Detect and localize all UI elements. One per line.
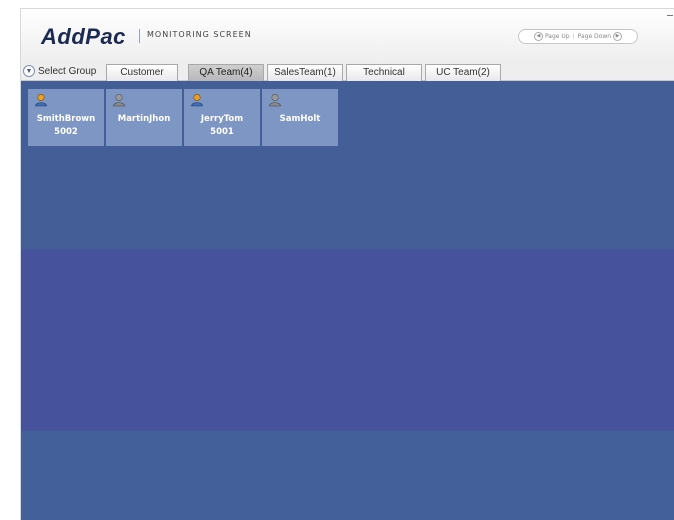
tab-technical[interactable]: Technical — [346, 64, 422, 81]
group-tab-bar: ▼ Select Group Customer QA Team(4) Sales… — [21, 61, 674, 81]
agent-card[interactable]: JerryTom 5001 — [184, 89, 260, 146]
logo-divider — [139, 29, 140, 43]
select-group-button[interactable]: ▼ Select Group — [23, 65, 96, 77]
agent-name: SmithBrown — [36, 114, 96, 124]
agent-name: JerryTom — [200, 114, 244, 124]
user-icon — [113, 93, 125, 107]
tab-sales-team[interactable]: SalesTeam(1) — [267, 64, 343, 81]
page-down-label: Page Down — [577, 33, 612, 40]
agent-name: MartinJhon — [117, 114, 171, 124]
chevron-down-icon: ▼ — [23, 65, 35, 77]
agent-name: SamHolt — [279, 114, 321, 124]
arrow-right-icon: ▶ — [613, 32, 623, 41]
agent-card[interactable]: MartinJhon — [106, 89, 182, 146]
user-icon — [191, 93, 203, 107]
pager-divider: | — [572, 33, 575, 40]
arrow-left-icon: ◀ — [533, 32, 543, 41]
tab-customer[interactable]: Customer — [106, 64, 178, 81]
pager: ◀ Page Up | Page Down ▶ — [518, 29, 638, 44]
page-up-button[interactable]: ◀ Page Up — [533, 32, 570, 41]
user-icon — [269, 93, 281, 107]
agent-grid: SmithBrown 5002 MartinJhon JerryTom 5001 — [21, 81, 674, 520]
page-up-label: Page Up — [544, 33, 570, 40]
tab-uc-team[interactable]: UC Team(2) — [425, 64, 501, 81]
agent-extension: 5001 — [210, 127, 234, 137]
agent-extension: 5002 — [54, 127, 78, 137]
minimize-icon[interactable] — [667, 15, 673, 16]
page-down-button[interactable]: Page Down ▶ — [577, 32, 623, 41]
user-icon — [35, 93, 47, 107]
select-group-label: Select Group — [38, 65, 97, 77]
agent-card[interactable]: SamHolt — [262, 89, 338, 146]
agent-card[interactable]: SmithBrown 5002 — [28, 89, 104, 146]
tab-qa-team[interactable]: QA Team(4) — [188, 64, 264, 81]
monitoring-window: AddPac MONITORING SCREEN ◀ Page Up | Pag… — [20, 8, 674, 520]
screen-title: MONITORING SCREEN — [147, 30, 252, 39]
addpac-logo: AddPac — [41, 24, 126, 49]
header: AddPac MONITORING SCREEN ◀ Page Up | Pag… — [21, 9, 674, 61]
